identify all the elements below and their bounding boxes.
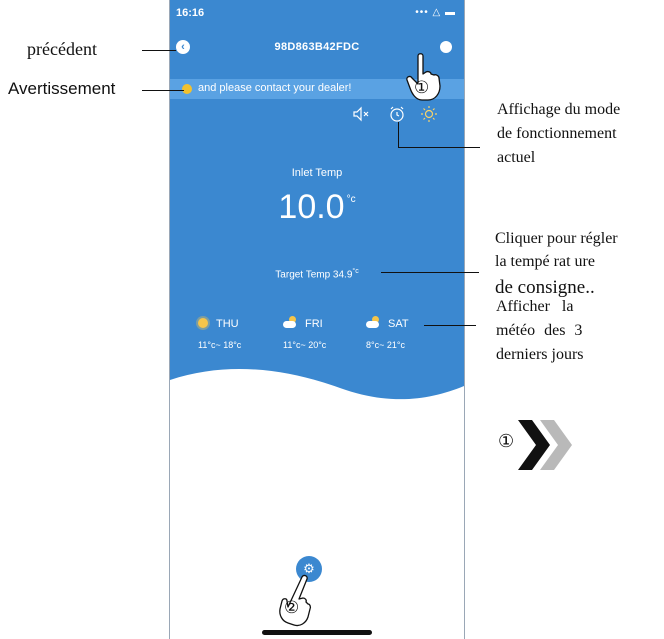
mute-icon [353,106,369,122]
annotation-mode-line3: actuel [497,149,536,166]
annotation-precedent: précédent [27,39,97,59]
wave-divider [170,368,464,420]
annotation-weather-line2: météo des 3 [496,322,583,339]
forecast-day: SAT 8°c~ 21°c [366,316,456,350]
forecast-range: 11°c~ 18°c [198,340,242,350]
next-arrow-icon [518,420,572,470]
partly-cloudy-icon [366,316,380,328]
target-temp-button[interactable]: Target Temp 34.9°c [170,268,464,280]
home-indicator[interactable] [262,630,372,635]
annotation-target-line1: Cliquer pour régler [495,230,618,247]
forecast-range: 8°c~ 21°c [366,340,405,350]
inlet-temp-label: Inlet Temp [291,167,343,179]
annotation-avertissement: Avertissement [8,79,116,98]
annotation-weather-line3: derniers jours [496,346,584,363]
leader-line [398,122,399,148]
annotation-weather: Afficher la météo des 3 derniers jours [496,295,584,367]
leader-line [142,50,176,51]
leader-line [398,147,480,148]
leader-line [381,272,479,273]
forecast-day: THU 11°c~ 18°c [198,318,288,350]
inlet-temp-unit: °c [346,194,356,205]
inlet-temp-value: 10.0 °c [170,188,464,227]
annotation-mode: Affichage du mode de fonctionnement actu… [497,98,620,170]
leader-line [424,325,476,326]
next-step-number: ① [498,431,515,451]
target-temp-label: Target Temp [275,269,331,281]
step-marker-2: ② [284,598,300,617]
forecast-day-label: SAT [388,318,409,330]
inlet-temp-number: 10.0 [278,188,345,226]
forecast-range: 11°c~ 20°c [283,340,327,350]
warning-icon [182,84,192,94]
forecast-day-label: FRI [305,318,323,330]
sun-icon [198,318,208,328]
partly-cloudy-icon [283,316,297,328]
leader-line [142,90,184,91]
warning-text: and please contact your dealer! [198,82,352,94]
sun-mode-icon [421,106,437,122]
step-marker-1: ① [414,78,430,97]
status-time: 16:16 [176,7,205,19]
target-temp-value: 34.9 [332,269,353,281]
annotation-target-line2: la tempé rat ure [495,253,595,270]
annotation-weather-line1: Afficher la [496,298,574,315]
status-icons: ••• △ ▬ [415,7,456,18]
annotation-target: Cliquer pour régler la tempé rat ure de … [495,227,618,299]
forecast-day: FRI 11°c~ 20°c [283,316,373,350]
mode-icons [170,105,464,127]
annotation-mode-line1: Affichage du mode [497,101,621,118]
alarm-clock-icon [390,106,404,122]
annotation-mode-line2: de fonctionnement [497,125,617,142]
forecast-day-label: THU [216,318,239,330]
target-temp-unit: °c [352,268,359,275]
